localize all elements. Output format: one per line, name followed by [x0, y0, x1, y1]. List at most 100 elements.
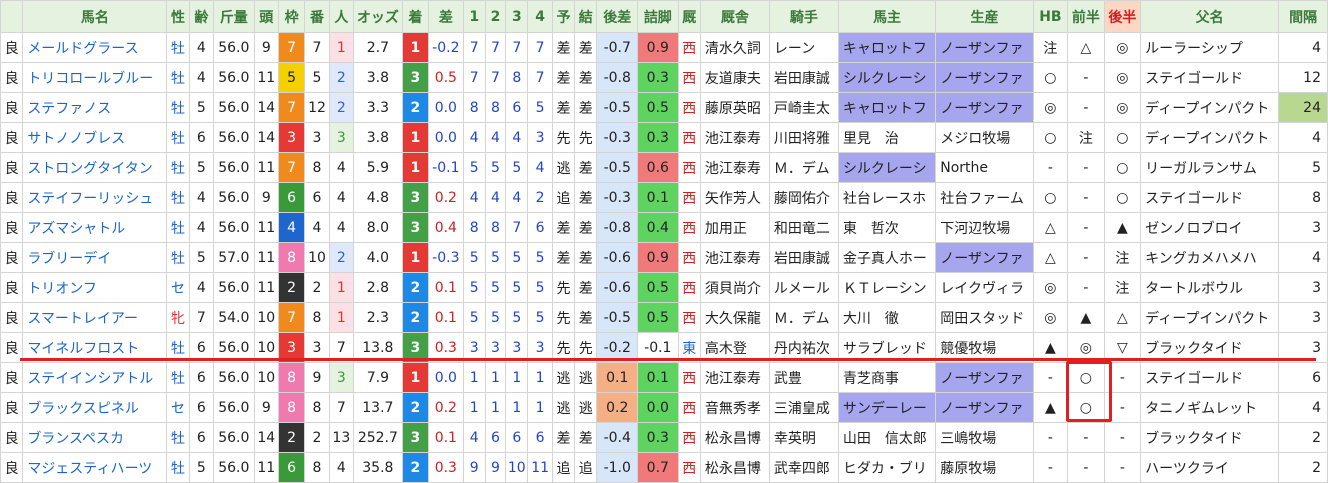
column-header[interactable]: 頭 [253, 0, 279, 33]
kick-cell: 0.1 [637, 362, 679, 393]
horse-name-link[interactable]: メールドグラース [22, 32, 168, 63]
column-header[interactable]: 厩 [677, 0, 701, 33]
table-row[interactable]: 良ブランスペスカ牡 6 56.0 14 2 2 13 252.7 3 0.1 4 6 6 6 差差 -0.4 0… [0, 422, 1328, 453]
finish-cell: 3 [401, 62, 430, 93]
age-cell: 4 [188, 62, 215, 93]
column-header[interactable]: 予 [551, 0, 576, 33]
kick-cell: 0.5 [637, 272, 679, 303]
horse-name-link[interactable]: ステファノス [22, 92, 168, 123]
corner1-cell: 7 [462, 32, 486, 63]
table-row[interactable]: 良マジェスティハーツ牡 5 56.0 11 6 8 4 35.8 2 0.3 9 9 10 11 追追 -1.… [0, 452, 1328, 483]
heads-cell: 14 [253, 422, 279, 453]
gap-cell: 6 [1278, 362, 1328, 393]
column-header[interactable]: 騎手 [768, 0, 839, 33]
heads-cell: 9 [253, 182, 279, 213]
sex-cell: セ [166, 272, 190, 303]
region-cell: 西 [677, 122, 701, 153]
horse-name-link[interactable]: ラブリーデイ [22, 242, 168, 273]
column-header[interactable]: 斤量 [213, 0, 255, 33]
column-header[interactable]: 1 [462, 0, 486, 33]
column-header[interactable]: 性 [166, 0, 190, 33]
horse-name-link[interactable]: ステイフーリッシュ [22, 182, 168, 213]
horse-name-link[interactable]: サトノノブレス [22, 122, 168, 153]
age-cell: 4 [188, 32, 215, 63]
heads-cell: 14 [253, 92, 279, 123]
column-header[interactable]: 馬主 [837, 0, 937, 33]
horse-name-link[interactable]: マジェスティハーツ [22, 452, 168, 483]
frame-cell: 7 [277, 302, 306, 333]
corner3-cell: 4 [505, 182, 529, 213]
jockey-cell: Ｍ．デム [768, 302, 839, 333]
table-row[interactable]: 良ストロングタイタン牡 5 56.0 11 7 8 4 5.9 1 -0.1 5 5 5 4 逃差 -0.5 0… [0, 152, 1328, 183]
owner-cell: 山田 信太郎 [837, 422, 937, 453]
horse-name-link[interactable]: ブラックスピネル [22, 392, 168, 423]
table-row[interactable]: 良トリオンフセ 4 56.0 11 2 2 1 2.8 2 0.1 5 5 5 5 先差 -0.6 0.5 西須貝… [0, 272, 1328, 303]
column-header[interactable]: 2 [484, 0, 507, 33]
diff-cell: 0.0 [428, 92, 464, 123]
table-row[interactable]: 良ラブリーデイ牡 5 57.0 11 8 10 2 4.0 1 -0.3 5 5 5 5 差差 -0.6 0.9… [0, 242, 1328, 273]
column-header[interactable]: 着 [401, 0, 430, 33]
table-row[interactable]: 良ステファノス牡 5 56.0 14 7 12 2 3.3 2 0.0 8 8 6 5 差差 -0.5 0.5 西… [0, 92, 1328, 123]
column-header[interactable]: オッズ [353, 0, 403, 33]
horse-name-link[interactable]: ストロングタイタン [22, 152, 168, 183]
age-cell: 5 [188, 152, 215, 183]
corner2-cell: 4 [484, 182, 507, 213]
column-header[interactable] [0, 0, 24, 33]
column-header[interactable]: 厩舎 [699, 0, 770, 33]
corner3-cell: 8 [505, 62, 529, 93]
table-row[interactable]: 良メールドグラース牡 4 56.0 9 7 7 1 2.7 1 -0.2 7 7 7 7 差差 -0.7 0.9… [0, 32, 1328, 63]
cond-cell: 良 [0, 212, 24, 243]
column-header[interactable]: 4 [527, 0, 553, 33]
column-header[interactable]: 結 [574, 0, 598, 33]
corner2-cell: 5 [484, 302, 507, 333]
column-header[interactable]: HB [1032, 0, 1069, 33]
column-header[interactable]: 人 [328, 0, 355, 33]
owner-cell: サンデーレー [837, 392, 937, 423]
sire-cell: タートルボウル [1140, 272, 1280, 303]
frame-cell: 6 [277, 452, 306, 483]
table-row[interactable]: 良トリコロールブルー牡 4 56.0 11 5 5 2 3.8 3 0.5 7 7 8 7 差差 -0.8 0.… [0, 62, 1328, 93]
table-row[interactable]: 良ステイインシアトル牡 6 56.0 10 8 9 3 7.9 1 0.0 1 1 1 1 逃逃 0.1 0.1… [0, 362, 1328, 393]
column-header[interactable]: 番 [304, 0, 330, 33]
table-row[interactable]: 良ステイフーリッシュ牡 4 56.0 9 6 6 4 4.8 3 0.2 4 4 4 2 追差 -0.3 0.1… [0, 182, 1328, 213]
column-header[interactable]: 前半 [1067, 0, 1105, 33]
column-header[interactable]: 後半 [1103, 0, 1142, 33]
table-row[interactable]: 良サトノノブレス牡 6 56.0 14 3 3 3 3.8 1 0.0 4 4 4 3 先先 -0.3 0.3 西… [0, 122, 1328, 153]
horse-name-link[interactable]: スマートレイアー [22, 302, 168, 333]
owner-cell: ＫＴレーシン [837, 272, 937, 303]
table-row[interactable]: 良ブラックスピネルセ 6 56.0 9 8 8 7 13.7 2 0.2 1 1 1 1 逃逃 0.2 0.0 西… [0, 392, 1328, 423]
column-header[interactable]: 父名 [1140, 0, 1280, 33]
horse-name-link[interactable]: トリオンフ [22, 272, 168, 303]
popularity-cell: 13 [328, 422, 355, 453]
table-row[interactable]: 良アズマシャトル牡 4 56.0 11 4 4 4 8.0 3 0.4 8 8 7 6 差差 -0.8 0.4 西… [0, 212, 1328, 243]
weight-cell: 56.0 [213, 452, 255, 483]
column-header[interactable]: 間隔 [1278, 0, 1328, 33]
hb-cell: ◎ [1032, 92, 1069, 123]
column-header[interactable]: 生産 [935, 0, 1034, 33]
column-header[interactable]: 差 [428, 0, 464, 33]
corner4-cell: 5 [527, 242, 553, 273]
column-header[interactable]: 後差 [596, 0, 639, 33]
column-header[interactable]: 3 [505, 0, 529, 33]
first-half-cell: - [1067, 272, 1105, 303]
first-half-cell: - [1067, 242, 1105, 273]
jockey-cell: ルメール [768, 272, 839, 303]
horse-name-link[interactable]: ステイインシアトル [22, 362, 168, 393]
horse-name-link[interactable]: ブランスペスカ [22, 422, 168, 453]
result-cell: 逃 [574, 362, 598, 393]
horse-name-link[interactable]: トリコロールブルー [22, 62, 168, 93]
cond-cell: 良 [0, 152, 24, 183]
table-row[interactable]: 良スマートレイアー牝 7 54.0 10 7 8 1 2.3 2 0.1 5 5 5 5 先差 -0.5 0.5… [0, 302, 1328, 333]
pred-cell: 逃 [551, 362, 576, 393]
column-header[interactable]: 齢 [188, 0, 215, 33]
column-header[interactable]: 詰脚 [637, 0, 679, 33]
age-cell: 6 [188, 362, 215, 393]
horse-name-link[interactable]: アズマシャトル [22, 212, 168, 243]
age-cell: 6 [188, 422, 215, 453]
corner2-cell: 8 [484, 212, 507, 243]
column-header[interactable]: 馬名 [22, 0, 168, 33]
column-header[interactable]: 枠 [277, 0, 306, 33]
gap-cell: 4 [1278, 242, 1328, 273]
jockey-cell: レーン [768, 32, 839, 63]
frame-cell: 8 [277, 362, 306, 393]
